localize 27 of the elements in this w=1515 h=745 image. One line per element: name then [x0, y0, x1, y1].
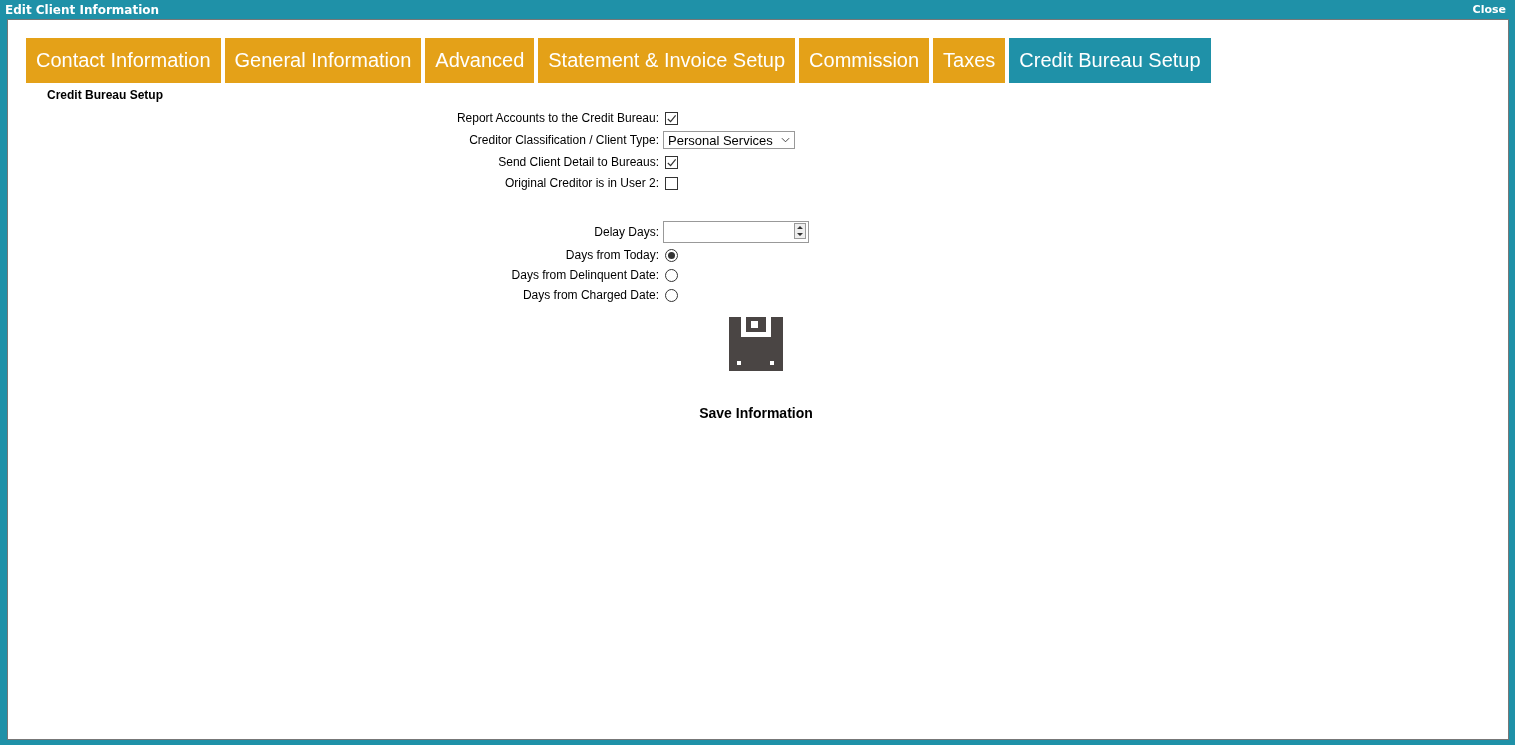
field-label: Delay Days:	[593, 225, 660, 239]
field-label: Days from Delinquent Date:	[510, 268, 660, 282]
field-label: Days from Charged Date:	[521, 288, 660, 302]
field-label: Original Creditor is in User 2:	[503, 176, 660, 190]
tab[interactable]: Advanced	[425, 38, 535, 83]
delay-days-field[interactable]	[663, 221, 809, 243]
field-label: Creditor Classification / Client Type:	[468, 133, 660, 147]
checkbox[interactable]	[665, 176, 678, 190]
field-label: Days from Today:	[564, 248, 660, 262]
spinner-arrows-icon[interactable]	[794, 222, 806, 239]
field-label: Report Accounts to the Credit Bureau:	[455, 111, 660, 125]
save-icon[interactable]	[729, 317, 783, 371]
close-link[interactable]: Close	[1472, 3, 1506, 16]
client-type-dropdown[interactable]: Personal Services	[663, 131, 795, 149]
checkbox[interactable]	[665, 111, 678, 125]
section-title: Credit Bureau Setup	[47, 88, 164, 102]
save-button[interactable]: Save Information	[699, 405, 813, 421]
tab[interactable]: General Information	[224, 38, 422, 83]
tab[interactable]: Commission	[799, 38, 930, 83]
chevron-down-icon	[780, 137, 790, 143]
tab[interactable]: Statement & Invoice Setup	[538, 38, 796, 83]
window-title: Edit Client Information	[5, 2, 160, 17]
tab[interactable]: Taxes	[933, 38, 1006, 83]
tab[interactable]: Contact Information	[26, 38, 221, 83]
checkbox[interactable]	[665, 155, 678, 169]
tab[interactable]: Credit Bureau Setup	[1009, 38, 1211, 83]
field-label: Send Client Detail to Bureaus:	[497, 155, 660, 169]
